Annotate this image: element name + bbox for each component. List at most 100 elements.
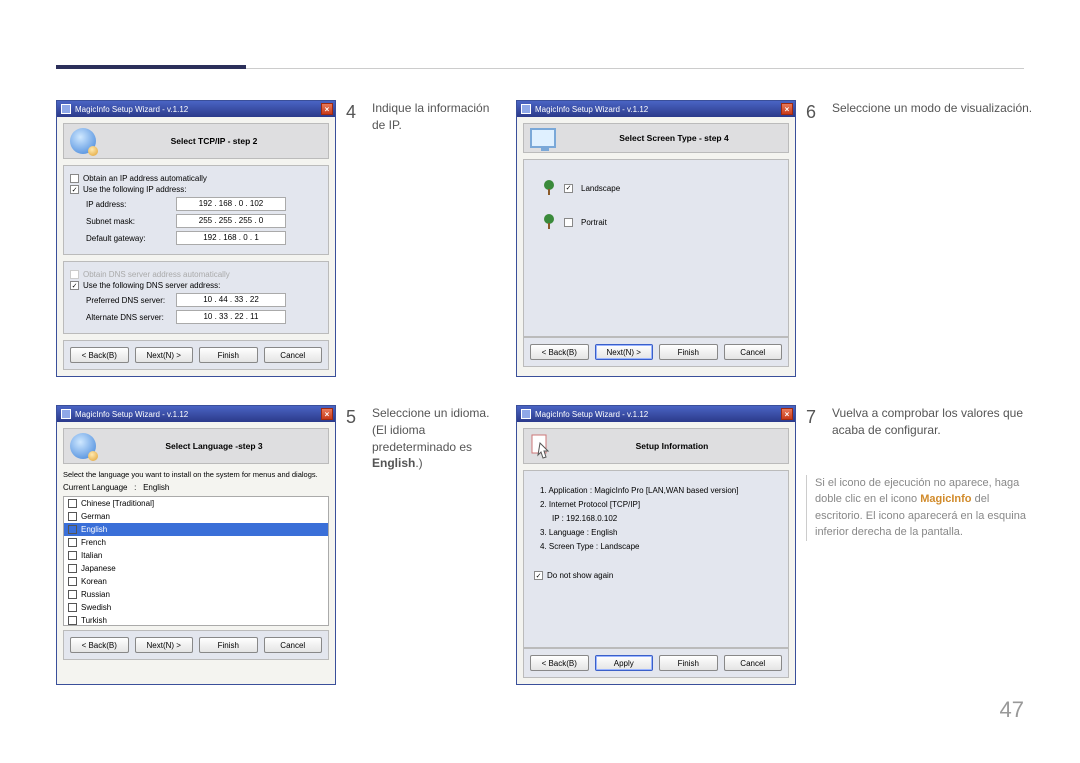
next-button[interactable]: Next(N) > <box>135 637 194 653</box>
language-item[interactable]: Korean <box>64 575 328 588</box>
option-landscape[interactable]: ✓ Landscape <box>542 180 778 196</box>
language-label: Italian <box>81 551 102 560</box>
option-portrait[interactable]: Portrait <box>542 214 778 230</box>
label: Obtain DNS server address automatically <box>83 270 230 279</box>
pref-dns-input[interactable]: 10 . 44 . 33 . 22 <box>176 293 286 307</box>
step-number: 4 <box>346 100 360 377</box>
checkbox-icon <box>68 590 77 599</box>
language-item[interactable]: French <box>64 536 328 549</box>
monitor-icon <box>530 128 556 148</box>
label: Obtain an IP address automatically <box>83 174 207 183</box>
finish-button[interactable]: Finish <box>659 655 718 671</box>
step-title: Select TCP/IP - step 2 <box>106 136 322 146</box>
ip-label: IP address: <box>86 200 176 209</box>
alt-dns-label: Alternate DNS server: <box>86 313 176 322</box>
back-button[interactable]: < Back(B) <box>530 655 589 671</box>
step-title: Select Screen Type - step 4 <box>566 133 782 143</box>
label: Use the following IP address: <box>83 185 186 194</box>
language-item[interactable]: German <box>64 510 328 523</box>
close-icon[interactable]: × <box>781 408 793 420</box>
finish-button[interactable]: Finish <box>659 344 718 360</box>
caption-text: Vuelva a comprobar los valores que acaba… <box>832 405 1036 439</box>
setup-info: 1. Application : MagicInfo Pro [LAN,WAN … <box>523 470 789 648</box>
checkbox-icon <box>68 577 77 586</box>
caption-text: Seleccione un idioma. (El idioma predete… <box>372 405 506 685</box>
close-icon[interactable]: × <box>781 103 793 115</box>
cancel-button[interactable]: Cancel <box>724 344 783 360</box>
page-number: 47 <box>1000 697 1024 723</box>
language-item[interactable]: English <box>64 523 328 536</box>
do-not-show-checkbox[interactable]: ✓Do not show again <box>534 571 778 580</box>
window-titlebar: MagicInfo Setup Wizard - v.1.12 × <box>517 406 795 422</box>
info-line: IP : 192.168.0.102 <box>552 514 778 523</box>
radio-auto-ip[interactable]: Obtain an IP address automatically <box>70 174 322 183</box>
info-line: 3. Language : English <box>540 528 778 537</box>
checkbox-icon <box>68 564 77 573</box>
language-label: Korean <box>81 577 107 586</box>
checkbox-icon <box>68 616 77 625</box>
info-line: 2. Internet Protocol [TCP/IP] <box>540 500 778 509</box>
header-accent <box>56 65 246 69</box>
step-title: Select Language -step 3 <box>106 441 322 451</box>
step-number: 5 <box>346 405 360 685</box>
language-label: Turkish <box>81 616 107 625</box>
close-icon[interactable]: × <box>321 408 333 420</box>
step-header: Setup Information <box>523 428 789 464</box>
app-icon <box>521 409 531 419</box>
wizard-step6: MagicInfo Setup Wizard - v.1.12 × Select… <box>516 100 796 377</box>
radio-auto-dns: Obtain DNS server address automatically <box>70 270 322 279</box>
step-header: Select Screen Type - step 4 <box>523 123 789 153</box>
apply-button[interactable]: Apply <box>595 655 654 671</box>
pref-dns-label: Preferred DNS server: <box>86 296 176 305</box>
caption-step4: 4 Indique la información de IP. <box>346 100 506 377</box>
info-line: 4. Screen Type : Landscape <box>540 542 778 551</box>
ip-input[interactable]: 192 . 168 . 0 . 102 <box>176 197 286 211</box>
checkbox-icon <box>68 551 77 560</box>
tree-icon <box>542 180 556 196</box>
close-icon[interactable]: × <box>321 103 333 115</box>
alt-dns-input[interactable]: 10 . 33 . 22 . 11 <box>176 310 286 324</box>
language-item[interactable]: Italian <box>64 549 328 562</box>
finish-button[interactable]: Finish <box>199 637 258 653</box>
language-item[interactable]: Japanese <box>64 562 328 575</box>
radio-use-ip[interactable]: ✓Use the following IP address: <box>70 185 322 194</box>
label: Portrait <box>581 218 607 227</box>
radio-use-dns[interactable]: ✓Use the following DNS server address: <box>70 281 322 290</box>
cancel-button[interactable]: Cancel <box>264 347 323 363</box>
back-button[interactable]: < Back(B) <box>70 347 129 363</box>
wizard-step4: MagicInfo Setup Wizard - v.1.12 × Select… <box>56 100 336 377</box>
language-item[interactable]: Turkish <box>64 614 328 626</box>
window-title: MagicInfo Setup Wizard - v.1.12 <box>535 410 648 419</box>
checkbox-icon <box>68 499 77 508</box>
cancel-button[interactable]: Cancel <box>264 637 323 653</box>
caption-step7: 7 Vuelva a comprobar los valores que aca… <box>806 405 1036 439</box>
app-icon <box>61 104 71 114</box>
gateway-input[interactable]: 192 . 168 . 0 . 1 <box>176 231 286 245</box>
step-title: Setup Information <box>562 441 782 451</box>
next-button[interactable]: Next(N) > <box>135 347 194 363</box>
language-item[interactable]: Chinese [Traditional] <box>64 497 328 510</box>
step-number: 7 <box>806 405 820 439</box>
step-number: 6 <box>806 100 820 377</box>
subnet-input[interactable]: 255 . 255 . 255 . 0 <box>176 214 286 228</box>
language-list[interactable]: Chinese [Traditional] German EnglishFrench… <box>63 496 329 626</box>
app-icon <box>61 409 71 419</box>
language-item[interactable]: Swedish <box>64 601 328 614</box>
back-button[interactable]: < Back(B) <box>70 637 129 653</box>
caption-step7-wrap: 7 Vuelva a comprobar los valores que aca… <box>806 405 1036 685</box>
checkbox-icon <box>68 603 77 612</box>
subnet-label: Subnet mask: <box>86 217 176 226</box>
language-label: German <box>81 512 110 521</box>
label: Landscape <box>581 184 620 193</box>
language-label: Russian <box>81 590 110 599</box>
caption-step5: 5 Seleccione un idioma. (El idioma prede… <box>346 405 506 685</box>
finish-button[interactable]: Finish <box>199 347 258 363</box>
next-button[interactable]: Next(N) > <box>595 344 654 360</box>
checkbox-icon <box>68 525 77 534</box>
cancel-button[interactable]: Cancel <box>724 655 783 671</box>
step-header: Select TCP/IP - step 2 <box>63 123 329 159</box>
info-line: 1. Application : MagicInfo Pro [LAN,WAN … <box>540 486 778 495</box>
language-label: Chinese [Traditional] <box>81 499 154 508</box>
language-item[interactable]: Russian <box>64 588 328 601</box>
back-button[interactable]: < Back(B) <box>530 344 589 360</box>
